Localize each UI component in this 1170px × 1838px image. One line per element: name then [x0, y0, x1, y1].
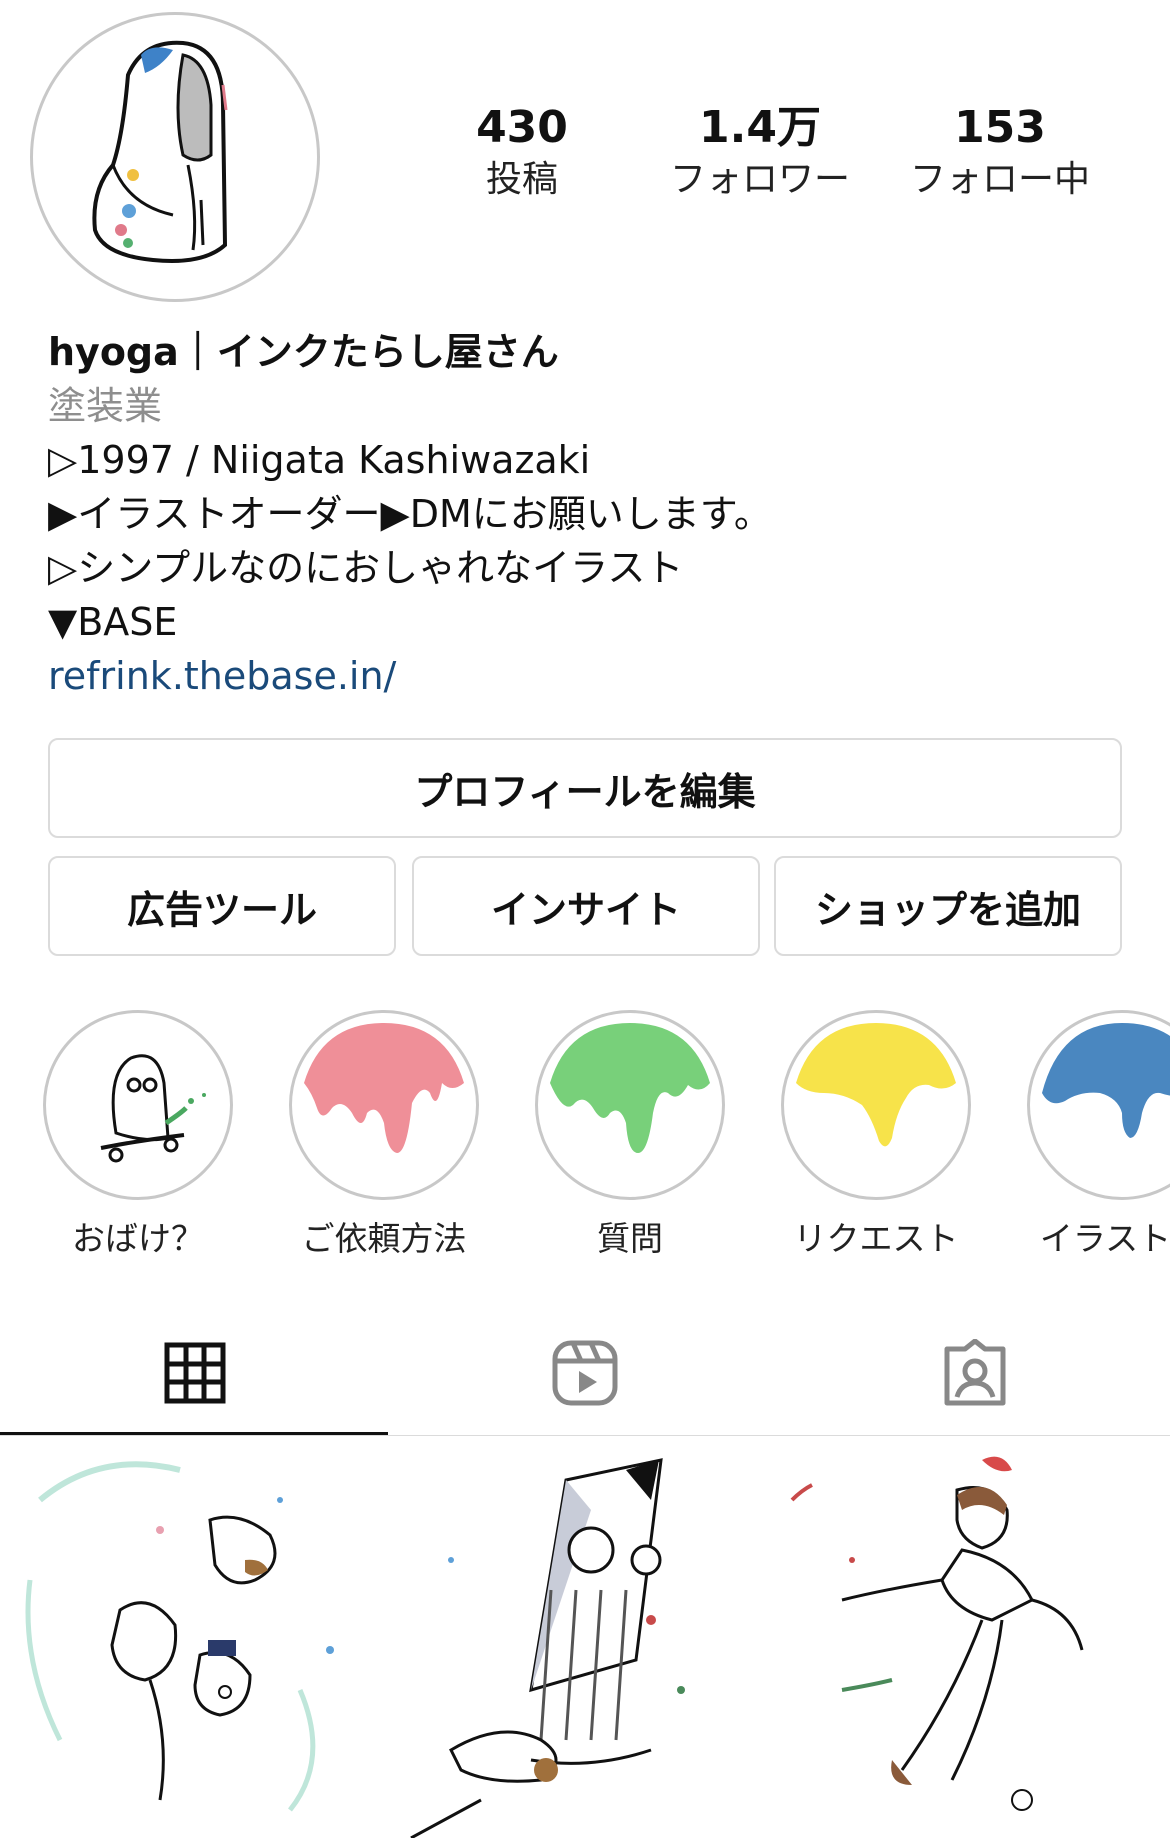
post-thumbnail[interactable] — [391, 1440, 778, 1838]
highlight-label: おばけ？ — [72, 1219, 204, 1258]
posts-count[interactable]: 430 投稿 — [412, 100, 632, 204]
insights-button[interactable]: インサイト — [412, 856, 760, 956]
tab-reels[interactable] — [390, 1310, 780, 1435]
highlight-label: リクエスト — [793, 1219, 959, 1258]
bio-line-2: ▶イラストオーダー▶DMにお願いします。 — [48, 492, 772, 536]
profile-category: 塗装業 — [48, 384, 163, 428]
posts-count-value: 430 — [476, 102, 568, 153]
bio-link[interactable]: refrink.thebase.in/ — [48, 649, 1128, 703]
bio-line-1: ▷1997 / Niigata Kashiwazaki — [48, 438, 591, 482]
highlight-label: 質問 — [597, 1219, 663, 1258]
profile-avatar[interactable] — [30, 12, 320, 302]
following-count[interactable]: 153 フォロー中 — [890, 100, 1110, 204]
paint-drip-pink-icon — [304, 1023, 464, 1153]
edit-profile-button[interactable]: プロフィールを編集 — [48, 738, 1122, 838]
clock-tower-illustration — [410, 1458, 685, 1838]
followers-count-label: フォロワー — [669, 159, 850, 200]
ghost-skateboard-icon — [100, 1054, 206, 1163]
grid-icon — [164, 1342, 226, 1403]
post-thumbnail[interactable] — [782, 1440, 1169, 1838]
followers-count-value: 1.4万 — [699, 102, 821, 153]
post-thumbnail[interactable] — [0, 1440, 387, 1838]
ad-tools-button[interactable]: 広告ツール — [48, 856, 396, 956]
highlight-cover — [781, 1010, 971, 1200]
followers-count[interactable]: 1.4万 フォロワー — [650, 100, 870, 204]
bio-line-4: ▼BASE — [48, 600, 178, 644]
paint-drip-green-icon — [550, 1023, 710, 1153]
highlight-request-method[interactable]: ご依頼方法 — [288, 1010, 480, 1262]
profile-bio: hyoga｜インクたらし屋さん 塗装業 ▷1997 / Niigata Kash… — [48, 325, 1128, 703]
flying-boy-illustration — [790, 1456, 1084, 1811]
following-count-value: 153 — [954, 102, 1046, 153]
tab-tagged[interactable] — [780, 1310, 1170, 1435]
posts-count-label: 投稿 — [485, 159, 558, 200]
highlight-questions[interactable]: 質問 — [534, 1010, 726, 1262]
reels-icon — [552, 1340, 618, 1405]
paint-drip-yellow-icon — [796, 1023, 956, 1147]
highlight-ghost[interactable]: おばけ？ — [42, 1010, 234, 1262]
tagged-icon — [944, 1338, 1006, 1405]
highlight-cover — [43, 1010, 233, 1200]
add-shop-button[interactable]: ショップを追加 — [774, 856, 1122, 956]
paint-drip-blue-icon — [1042, 1023, 1170, 1138]
following-count-label: フォロー中 — [909, 159, 1090, 200]
highlight-label: イラストの — [1039, 1219, 1170, 1258]
highlight-illustration[interactable]: イラストの — [1026, 1010, 1170, 1262]
flying-characters-illustration — [25, 1461, 334, 1812]
hooded-figure-illustration — [92, 40, 228, 263]
highlight-cover — [1027, 1010, 1170, 1200]
highlight-request[interactable]: リクエスト — [780, 1010, 972, 1262]
highlight-cover — [289, 1010, 479, 1200]
bio-line-3: ▷シンプルなのにおしゃれなイラスト — [48, 546, 684, 590]
highlight-cover — [535, 1010, 725, 1200]
highlight-label: ご依頼方法 — [301, 1219, 467, 1258]
tab-divider — [0, 1435, 1170, 1436]
profile-name: hyoga｜インクたらし屋さん — [48, 330, 559, 374]
tab-grid[interactable] — [0, 1310, 390, 1435]
